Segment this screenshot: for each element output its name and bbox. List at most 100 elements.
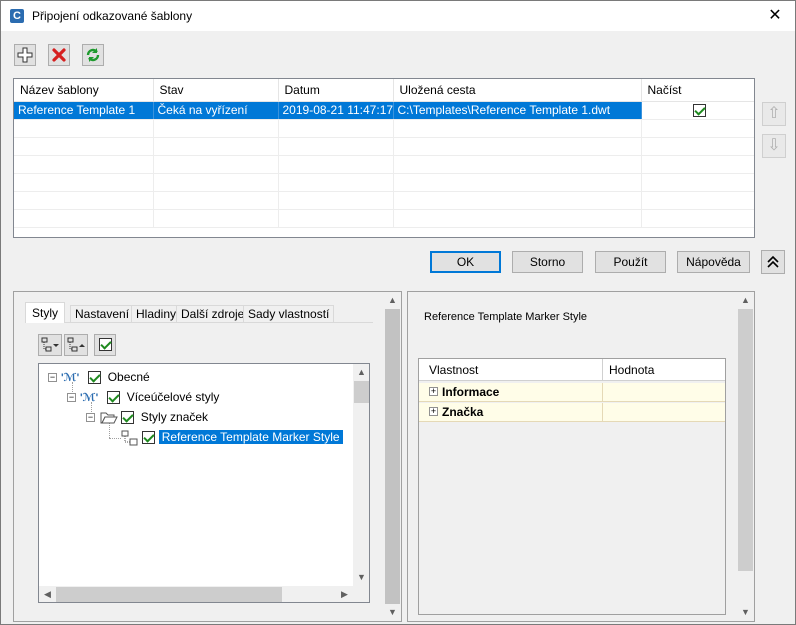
property-label: Značka <box>442 405 484 419</box>
templates-table: Název šablony Stav Datum Uložená cesta N… <box>13 78 755 238</box>
check-all-button[interactable] <box>94 334 116 356</box>
scroll-down-arrow-icon[interactable]: ▼ <box>737 604 754 621</box>
template-status-cell: Čeká na vyřízení <box>153 101 279 120</box>
styles-tree: − 'ℳ' Obecné − 'ℳ' Víceúčelové styly − S… <box>38 363 370 603</box>
tree-node-label: Obecné <box>107 370 150 384</box>
plus-icon <box>17 47 33 63</box>
tree-node-checkbox[interactable] <box>88 371 102 385</box>
expand-plus-icon[interactable]: + <box>429 387 438 396</box>
properties-grid: Vlastnost Hodnota + Informace + Značka <box>418 358 726 615</box>
scroll-up-arrow-icon[interactable]: ▲ <box>353 364 369 381</box>
tab-settings[interactable]: Nastavení <box>70 305 135 323</box>
move-down-button[interactable]: ⇩ <box>762 134 786 158</box>
tree-node-multipurpose-styles[interactable]: 'ℳ' Víceúčelové styly <box>80 388 222 406</box>
double-chevron-up-icon <box>767 255 779 268</box>
table-row <box>14 119 754 138</box>
tree-node-reference-template-marker-style[interactable]: Reference Template Marker Style <box>121 428 343 446</box>
template-load-cell <box>641 101 754 120</box>
tree-vertical-scrollbar[interactable]: ▲ ▼ <box>353 364 369 586</box>
expand-tree-icon <box>41 337 59 352</box>
expand-plus-icon[interactable]: + <box>429 407 438 416</box>
tree-horizontal-scrollbar[interactable]: ◀ ▶ <box>39 586 353 602</box>
left-panel-scrollbar[interactable]: ▲ ▼ <box>384 292 401 621</box>
scroll-up-arrow-icon[interactable]: ▲ <box>737 292 754 309</box>
arrow-down-icon: ⇩ <box>767 137 781 154</box>
column-header-date[interactable]: Datum <box>278 79 394 102</box>
cancel-button[interactable]: Storno <box>512 251 583 273</box>
right-panel-scrollbar[interactable]: ▲ ▼ <box>737 292 754 621</box>
value-column-header[interactable]: Hodnota <box>609 363 654 377</box>
property-row-information[interactable]: + Informace <box>419 383 725 402</box>
style-group-icon: 'ℳ' <box>80 392 99 404</box>
tree-collapse-toggle[interactable]: − <box>86 413 95 422</box>
delete-template-button[interactable] <box>48 44 70 66</box>
tab-property-sets[interactable]: Sady vlastností <box>243 305 335 323</box>
ok-button[interactable]: OK <box>430 251 501 273</box>
table-header: Název šablony Stav Datum Uložená cesta N… <box>14 79 754 102</box>
tree-node-marker-styles[interactable]: Styly značek <box>100 408 211 426</box>
table-row[interactable]: Reference Template 1 Čeká na vyřízení 20… <box>14 101 754 120</box>
close-button[interactable]: ✕ <box>755 1 795 31</box>
template-name-cell: Reference Template 1 <box>14 101 154 120</box>
load-checkbox[interactable] <box>693 104 706 118</box>
red-x-icon <box>52 48 66 62</box>
template-path-cell: C:\Templates\Reference Template 1.dwt <box>393 101 642 120</box>
move-up-button[interactable]: ⇧ <box>762 102 786 126</box>
help-button[interactable]: Nápověda <box>677 251 750 273</box>
tab-styles[interactable]: Styly <box>25 302 66 323</box>
table-row <box>14 191 754 210</box>
scroll-thumb[interactable] <box>738 309 753 571</box>
scroll-down-arrow-icon[interactable]: ▼ <box>353 569 369 586</box>
app-icon: C <box>10 9 24 23</box>
title-bar: C Připojení odkazované šablony ✕ <box>1 1 795 31</box>
scroll-corner <box>353 586 369 602</box>
tree-collapse-toggle[interactable]: − <box>67 393 76 402</box>
open-folder-icon <box>100 412 118 424</box>
collapse-button[interactable] <box>761 250 785 274</box>
expand-all-button[interactable] <box>38 334 62 356</box>
scroll-thumb[interactable] <box>56 587 282 602</box>
scroll-thumb[interactable] <box>385 309 400 604</box>
table-row <box>14 137 754 156</box>
style-group-icon: 'ℳ' <box>61 372 80 384</box>
column-header-status[interactable]: Stav <box>153 79 279 102</box>
add-template-button[interactable] <box>14 44 36 66</box>
checkbox-icon <box>98 338 112 351</box>
table-row <box>14 209 754 228</box>
column-divider <box>602 403 603 422</box>
dialog-title: Připojení odkazované šablony <box>32 9 193 23</box>
properties-title: Reference Template Marker Style <box>424 311 588 323</box>
property-row-marker[interactable]: + Značka <box>419 403 725 422</box>
marker-style-icon <box>121 430 138 446</box>
column-header-name[interactable]: Název šablony <box>14 79 154 102</box>
tree-collapse-toggle[interactable]: − <box>48 373 57 382</box>
scroll-thumb[interactable] <box>354 381 369 403</box>
tab-other-sources[interactable]: Další zdroje <box>176 305 250 323</box>
tree-node-checkbox[interactable] <box>142 431 156 445</box>
property-label: Informace <box>442 385 500 399</box>
table-row <box>14 173 754 192</box>
tree-node-label: Styly značek <box>140 410 209 424</box>
properties-header: Vlastnost Hodnota <box>419 359 725 381</box>
dialog-window: C Připojení odkazované šablony ✕ Název š… <box>0 0 796 625</box>
scroll-right-arrow-icon[interactable]: ▶ <box>336 586 353 602</box>
scroll-down-arrow-icon[interactable]: ▼ <box>384 604 401 621</box>
scroll-left-arrow-icon[interactable]: ◀ <box>39 586 56 602</box>
scroll-up-arrow-icon[interactable]: ▲ <box>384 292 401 309</box>
collapse-tree-icon <box>67 337 85 352</box>
column-header-path[interactable]: Uložená cesta <box>393 79 642 102</box>
tab-layers[interactable]: Hladiny <box>131 305 182 323</box>
tree-node-checkbox[interactable] <box>121 411 135 425</box>
apply-button[interactable]: Použít <box>595 251 666 273</box>
column-header-load[interactable]: Načíst <box>641 79 754 102</box>
collapse-all-button[interactable] <box>64 334 88 356</box>
table-row <box>14 155 754 174</box>
tree-node-general[interactable]: 'ℳ' Obecné <box>61 368 153 386</box>
property-column-header[interactable]: Vlastnost <box>429 363 478 377</box>
template-date-cell: 2019-08-21 11:47:17 <box>278 101 394 120</box>
tree-node-checkbox[interactable] <box>107 391 121 405</box>
tree-line <box>109 438 121 439</box>
refresh-icon <box>86 48 100 62</box>
column-divider <box>602 383 603 402</box>
refresh-button[interactable] <box>82 44 104 66</box>
